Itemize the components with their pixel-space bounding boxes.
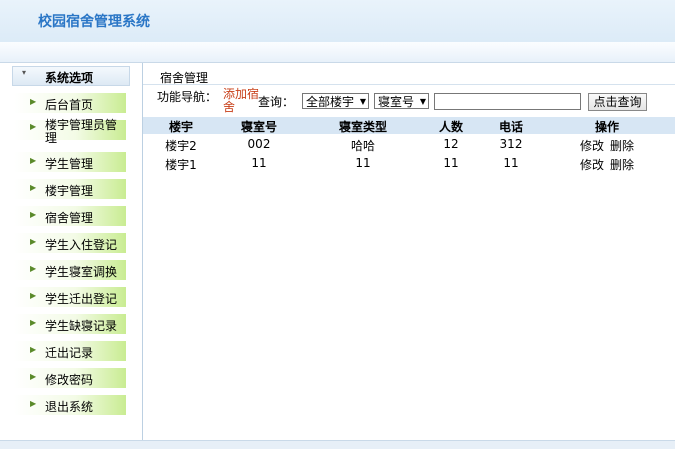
sidebar-item-dorms[interactable]: ▶ 宿舍管理 [14, 206, 126, 226]
dropdown-caret-icon: ▼ [419, 97, 426, 106]
sidebar-item-label: 后台首页 [45, 98, 94, 112]
col-count: 人数 [438, 120, 463, 134]
cell-count: 12 [443, 137, 459, 151]
sidebar-header[interactable]: ▾ 系统选项 [12, 66, 130, 86]
sidebar-item-label: 退出系统 [45, 400, 94, 414]
cell-type: 11 [355, 156, 371, 170]
sidebar-item-label: 楼宇管理员管理 [45, 118, 118, 145]
sidebar-item-label: 迁出记录 [45, 346, 94, 360]
sidebar-item-home[interactable]: ▶ 后台首页 [14, 93, 126, 113]
query-label: 查询： [258, 95, 295, 109]
sidebar-item-room-swap[interactable]: ▶ 学生寝室调换 [14, 260, 126, 280]
triangle-right-icon: ▶ [30, 210, 37, 219]
triangle-right-icon: ▶ [30, 156, 37, 165]
triangle-right-icon: ▶ [30, 318, 37, 327]
sidebar-item-check-out[interactable]: ▶ 学生迁出登记 [14, 287, 126, 307]
triangle-right-icon: ▶ [30, 97, 37, 106]
triangle-right-icon: ▶ [30, 345, 37, 354]
sidebar-item-label: 学生缺寝记录 [45, 319, 118, 333]
top-bar [0, 42, 675, 63]
app-title: 校园宿舍管理系统 [38, 14, 150, 30]
add-dorm-link[interactable]: 添加宿舍 [223, 88, 261, 114]
cell-type: 哈哈 [350, 139, 375, 153]
triangle-right-icon: ▶ [30, 237, 37, 246]
triangle-right-icon: ▶ [30, 399, 37, 408]
sidebar-header-label: 系统选项 [45, 71, 94, 85]
triangle-right-icon: ▶ [30, 372, 37, 381]
main-panel: 宿舍管理 功能导航： 添加宿舍 查询： 全部楼宇 ▼ 寝室号 ▼ 点击查询 楼宇… [143, 63, 675, 440]
sidebar-item-label: 学生入住登记 [45, 238, 118, 252]
sidebar-item-label: 学生寝室调换 [45, 265, 118, 279]
cell-building: 楼宇2 [165, 139, 197, 153]
delete-link[interactable]: 删除 [610, 137, 634, 154]
triangle-right-icon: ▶ [30, 291, 37, 300]
triangle-right-icon: ▶ [30, 183, 37, 192]
col-type: 寝室类型 [338, 120, 387, 134]
cell-room: 11 [251, 156, 267, 170]
sidebar-item-logout[interactable]: ▶ 退出系统 [14, 395, 126, 415]
edit-link[interactable]: 修改 [580, 156, 604, 173]
col-phone: 电话 [498, 120, 523, 134]
table-header: 楼宇 寝室号 寝室类型 人数 电话 操作 [143, 117, 675, 134]
cell-phone: 312 [499, 137, 523, 151]
cell-building: 楼宇1 [165, 158, 197, 172]
sidebar-item-label: 宿舍管理 [45, 211, 94, 225]
sidebar-item-label: 修改密码 [45, 373, 94, 387]
sidebar-item-label: 学生管理 [45, 157, 94, 171]
col-actions: 操作 [594, 120, 619, 134]
search-input[interactable] [434, 93, 581, 110]
sidebar: ▾ 系统选项 ▶ 后台首页 ▶ 楼宇管理员管理 ▶ 学生管理 ▶ 楼宇管理 ▶ … [0, 63, 143, 440]
building-select-value: 全部楼宇 [306, 95, 355, 109]
sidebar-item-absence[interactable]: ▶ 学生缺寝记录 [14, 314, 126, 334]
edit-link[interactable]: 修改 [580, 137, 604, 154]
cell-phone: 11 [503, 156, 519, 170]
field-select[interactable]: 寝室号 ▼ [374, 93, 429, 109]
title-divider [143, 84, 675, 85]
col-building: 楼宇 [168, 120, 193, 134]
search-button[interactable]: 点击查询 [588, 93, 647, 111]
field-select-value: 寝室号 [378, 95, 415, 109]
delete-link[interactable]: 删除 [610, 156, 634, 173]
sidebar-item-buildings[interactable]: ▶ 楼宇管理 [14, 179, 126, 199]
collapse-arrow-icon: ▾ [22, 68, 27, 77]
col-room: 寝室号 [240, 120, 277, 134]
sidebar-item-change-password[interactable]: ▶ 修改密码 [14, 368, 126, 388]
sidebar-item-students[interactable]: ▶ 学生管理 [14, 152, 126, 172]
sidebar-item-building-admin[interactable]: ▶ 楼宇管理员管理 [14, 119, 126, 145]
building-select[interactable]: 全部楼宇 ▼ [302, 93, 369, 109]
sidebar-item-label: 楼宇管理 [45, 184, 94, 198]
cell-count: 11 [443, 156, 459, 170]
triangle-right-icon: ▶ [30, 264, 37, 273]
nav-label: 功能导航： [157, 90, 218, 104]
sidebar-item-label: 学生迁出登记 [45, 292, 118, 306]
app-header: 校园宿舍管理系统 [0, 0, 675, 42]
triangle-right-icon: ▶ [30, 122, 37, 131]
cell-room: 002 [247, 137, 271, 151]
dropdown-caret-icon: ▼ [359, 97, 366, 106]
sidebar-item-checkout-records[interactable]: ▶ 迁出记录 [14, 341, 126, 361]
sidebar-item-check-in[interactable]: ▶ 学生入住登记 [14, 233, 126, 253]
